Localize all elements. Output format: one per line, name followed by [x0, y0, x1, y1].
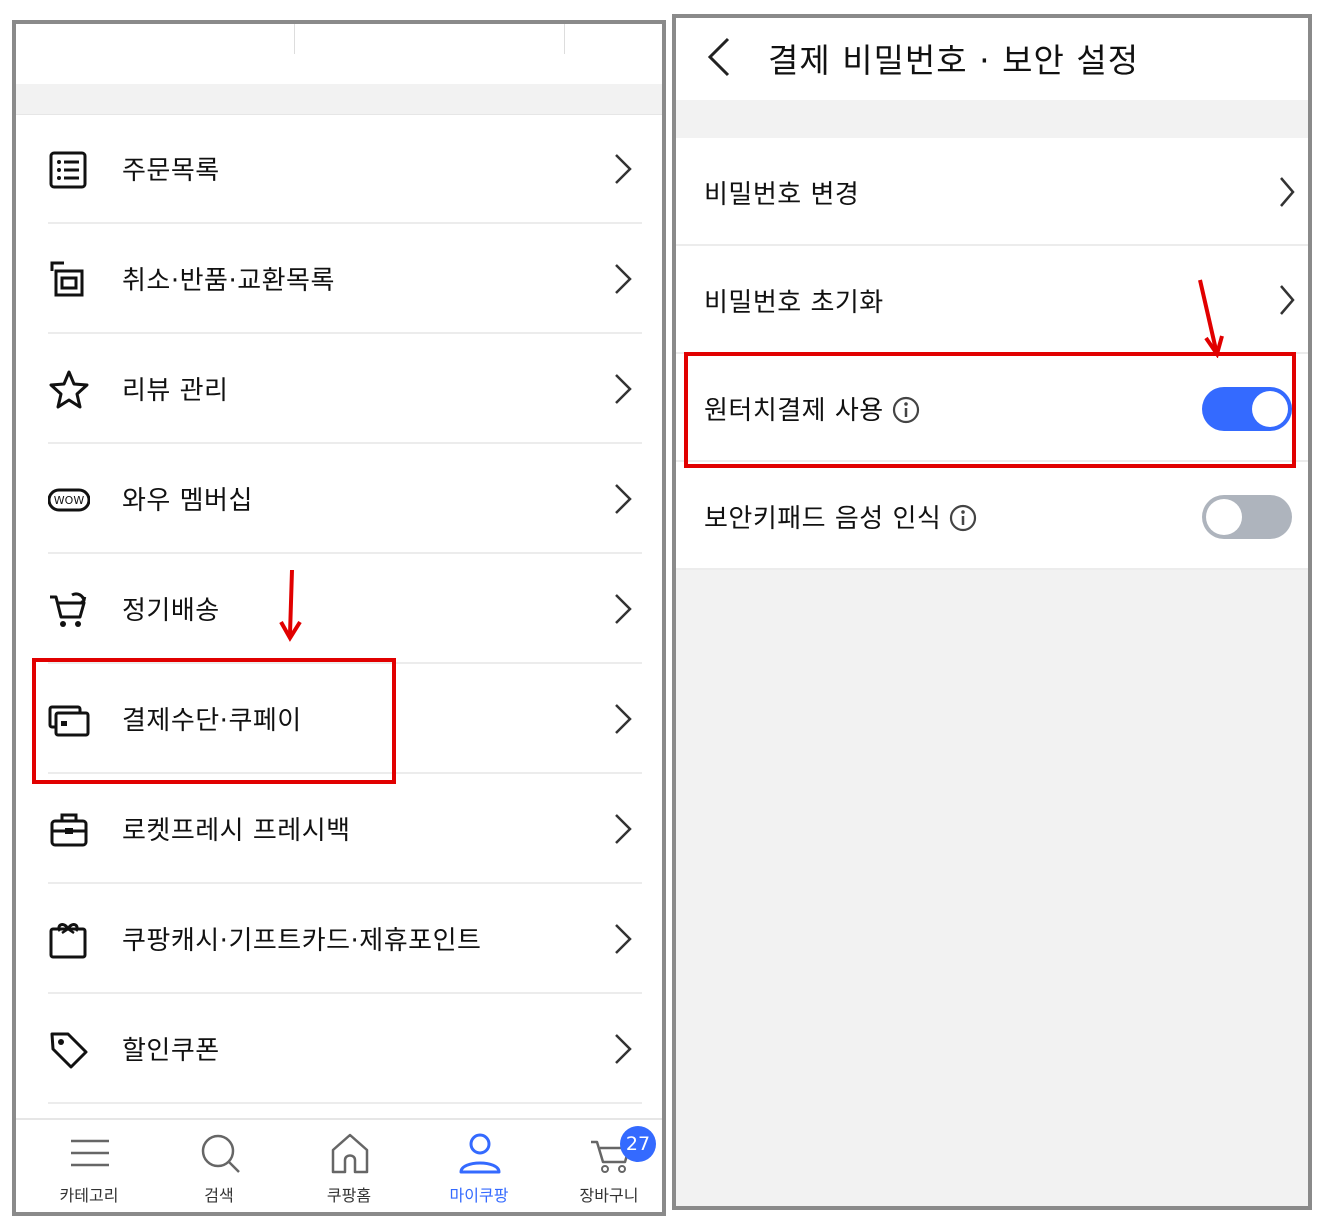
back-arrow-icon[interactable] [706, 36, 732, 78]
menu-item-fresh-bag[interactable]: 로켓프레시 프레시백 [16, 774, 662, 884]
home-icon [331, 1133, 369, 1174]
menu-item-label: 와우 멤버십 [122, 486, 253, 516]
empty-area [676, 570, 1308, 1206]
section-spacer [16, 84, 662, 115]
row-label: 비밀번호 초기화 [704, 288, 884, 318]
return-icon [50, 261, 84, 297]
user-icon [459, 1133, 501, 1174]
chevron-right-icon [1280, 177, 1295, 207]
page-title: 결제 비밀번호 · 보안 설정 [768, 41, 1140, 80]
gift-card-icon [49, 923, 87, 959]
highlight-box-one-touch [684, 352, 1296, 468]
chevron-right-icon [615, 704, 632, 734]
cart-count-badge: 27 [620, 1126, 656, 1162]
row-label-with-info: 보안키패드 음성 인식 [704, 498, 977, 535]
chevron-right-icon [615, 154, 632, 184]
tab-label: 쿠팡홈 [326, 1186, 372, 1205]
search-icon [201, 1134, 240, 1173]
tab-category[interactable]: 카테고리 [24, 1120, 154, 1212]
menu-item-label: 로켓프레시 프레시백 [122, 816, 351, 846]
tab-search[interactable]: 검색 [154, 1120, 284, 1212]
chevron-right-icon [615, 814, 632, 844]
menu-item-order-list[interactable]: 주문목록 [16, 114, 662, 224]
row-label: 보안키패드 음성 인식 [704, 504, 942, 534]
menu-item-label: 쿠팡캐시·기프트카드·제휴포인트 [122, 926, 482, 956]
chevron-right-icon [615, 484, 632, 514]
menu-item-returns[interactable]: 취소·반품·교환목록 [16, 224, 662, 334]
menu-item-label: 정기배송 [122, 596, 220, 626]
highlight-box-payment [32, 658, 396, 784]
menu-item-label: 주문목록 [122, 156, 220, 186]
chevron-right-icon [1280, 285, 1295, 315]
tab-my-coupang[interactable]: 마이쿠팡 [414, 1120, 544, 1212]
fresh-bag-icon [50, 813, 88, 847]
wow-icon: WOW [48, 488, 90, 512]
top-blank-area [16, 24, 662, 84]
menu-item-reviews[interactable]: 리뷰 관리 [16, 334, 662, 444]
menu-item-subscription[interactable]: 정기배송 [16, 554, 662, 664]
section-spacer [676, 100, 1308, 139]
info-icon[interactable] [949, 504, 977, 532]
secure-keypad-voice-toggle[interactable] [1202, 495, 1292, 539]
menu-icon [71, 1139, 109, 1167]
tab-label: 장바구니 [579, 1186, 639, 1205]
chevron-right-icon [615, 1034, 632, 1064]
tab-home[interactable]: 쿠팡홈 [284, 1120, 414, 1212]
divider-tick [564, 24, 565, 54]
star-icon [49, 370, 89, 409]
menu-item-label: 리뷰 관리 [122, 376, 229, 406]
coupon-tag-icon [50, 1032, 88, 1069]
menu-item-label: 할인쿠폰 [122, 1036, 220, 1066]
divider-tick [294, 24, 295, 54]
menu-item-wow-membership[interactable]: WOW 와우 멤버십 [16, 444, 662, 554]
header: 결제 비밀번호 · 보안 설정 [676, 18, 1308, 100]
row-label: 비밀번호 변경 [704, 180, 860, 210]
subscription-cart-icon [50, 592, 87, 627]
menu-item-coupons[interactable]: 할인쿠폰 [16, 994, 662, 1104]
my-coupang-screen: 주문목록 취소·반품·교환목록 리뷰 관리 WOW 와우 멤버십 정기배송 결제… [12, 20, 666, 1216]
red-arrow-down-icon [1198, 279, 1224, 358]
menu-item-cash-giftcard[interactable]: 쿠팡캐시·기프트카드·제휴포인트 [16, 884, 662, 994]
chevron-right-icon [615, 924, 632, 954]
tab-label: 마이쿠팡 [449, 1186, 509, 1205]
divider [48, 1102, 642, 1104]
tab-label: 카테고리 [59, 1186, 119, 1205]
tab-label: 검색 [204, 1186, 234, 1205]
menu-item-label: 취소·반품·교환목록 [122, 266, 335, 296]
chevron-right-icon [615, 374, 632, 404]
bottom-tab-bar: 카테고리 검색 쿠팡홈 마이쿠팡 27 장바구니 [16, 1118, 662, 1212]
chevron-right-icon [615, 594, 632, 624]
chevron-right-icon [615, 264, 632, 294]
red-arrow-down-icon [279, 569, 302, 642]
tab-cart[interactable]: 27 장바구니 [544, 1120, 662, 1212]
payment-security-screen: 결제 비밀번호 · 보안 설정 비밀번호 변경 비밀번호 초기화 원터치결제 사… [672, 14, 1312, 1210]
password-change-row[interactable]: 비밀번호 변경 [676, 138, 1308, 246]
secure-keypad-voice-row: 보안키패드 음성 인식 [676, 462, 1308, 570]
wow-icon-text: WOW [54, 494, 85, 507]
order-list-icon [49, 151, 87, 189]
toggle-knob [1206, 499, 1242, 535]
